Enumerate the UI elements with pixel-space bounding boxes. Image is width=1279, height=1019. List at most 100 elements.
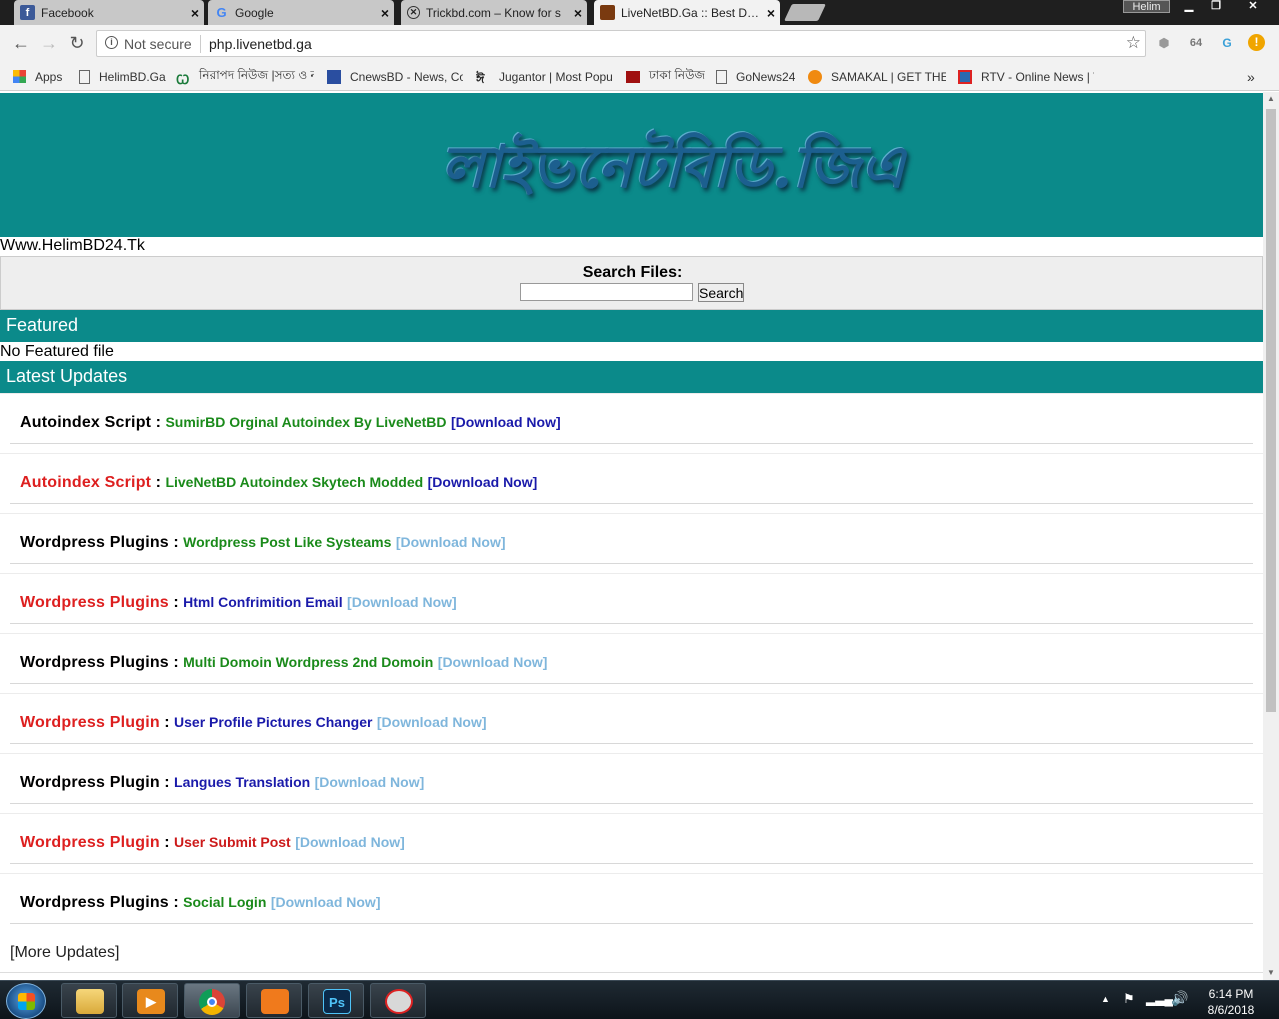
taskbar-photoshop[interactable]: Ps xyxy=(308,983,364,1018)
address-bar[interactable]: i Not secure php.livenetbd.ga ☆ xyxy=(96,30,1146,57)
tray-expand-icon[interactable]: ▲ xyxy=(1101,994,1110,1004)
item-name-link[interactable]: Langues Translation xyxy=(174,774,310,790)
extension-counter-icon[interactable]: 64 xyxy=(1186,33,1206,53)
minimize-icon[interactable]: ▁ xyxy=(1176,0,1202,13)
download-link[interactable]: [Download Now] xyxy=(315,774,425,790)
page-scrollbar[interactable]: ▲ ▼ xyxy=(1263,92,1279,980)
item-name-link[interactable]: SumirBD Orginal Autoindex By LiveNetBD xyxy=(165,414,446,430)
bookmark-niropod-news[interactable]: Ꞷ নিরাপদ নিউজ |সত্য ও ন xyxy=(176,68,314,85)
profile-button[interactable]: Helim xyxy=(1123,0,1170,13)
bookmark-label: ঢাকা নিউজ xyxy=(649,68,706,82)
scroll-down-icon[interactable]: ▼ xyxy=(1263,966,1279,980)
tab-title: Google xyxy=(235,5,274,20)
tab-trickbd[interactable]: ✕ Trickbd.com – Know for s × xyxy=(401,0,587,25)
list-item: Wordpress Plugins : Html Confrimition Em… xyxy=(0,573,1263,633)
url-text[interactable]: php.livenetbd.ga xyxy=(209,36,312,52)
list-item: Wordpress Plugin : Langues Translation [… xyxy=(0,753,1263,813)
more-updates-link[interactable]: [More Updates] xyxy=(10,944,119,962)
item-divider xyxy=(10,863,1253,864)
tab-facebook[interactable]: f Facebook × xyxy=(14,0,204,25)
item-name-link[interactable]: User Submit Post xyxy=(174,834,291,850)
item-line: Wordpress Plugin : Langues Translation [… xyxy=(20,774,424,792)
download-link[interactable]: [Download Now] xyxy=(396,534,506,550)
item-category: Wordpress Plugins xyxy=(20,594,169,611)
close-tab-icon[interactable]: × xyxy=(376,5,394,21)
download-link[interactable]: [Download Now] xyxy=(428,474,538,490)
item-line: Wordpress Plugin : User Submit Post [Dow… xyxy=(20,834,405,852)
system-clock[interactable]: 6:14 PM 8/6/2018 xyxy=(1196,986,1266,1018)
download-link[interactable]: [Download Now] xyxy=(271,894,381,910)
taskbar-file-explorer[interactable] xyxy=(61,983,117,1018)
list-item: Wordpress Plugin : User Profile Pictures… xyxy=(0,693,1263,753)
page-divider xyxy=(0,972,1263,973)
bookmark-cnewsbd[interactable]: CnewsBD - News, Co xyxy=(327,68,463,85)
restore-icon[interactable]: ❐ xyxy=(1203,0,1229,13)
volume-icon[interactable]: 🔊 xyxy=(1171,990,1188,1007)
samakal-icon xyxy=(808,69,822,84)
close-tab-icon[interactable]: × xyxy=(762,5,780,21)
item-separator: : xyxy=(168,894,184,911)
bookmark-gonews24[interactable]: GoNews24 xyxy=(716,68,795,85)
item-name-link[interactable]: Html Confrimition Email xyxy=(183,594,342,610)
list-item: Wordpress Plugins : Wordpress Post Like … xyxy=(0,513,1263,573)
item-divider xyxy=(10,623,1253,624)
close-tab-icon[interactable]: × xyxy=(569,5,587,21)
tab-livenetbd[interactable]: LiveNetBD.Ga :: Best Dow × xyxy=(594,0,780,25)
bookmark-apps[interactable]: Apps xyxy=(13,68,62,85)
item-name-link[interactable]: LiveNetBD Autoindex Skytech Modded xyxy=(165,474,423,490)
network-icon[interactable]: ▂▃▄ xyxy=(1146,992,1173,1006)
bookmark-samakal[interactable]: SAMAKAL | GET THE xyxy=(808,68,946,85)
site-logo[interactable]: লাইভনেটবিডি.জিএ xyxy=(441,123,905,220)
bookmarks-bar: Apps HelimBD.Ga Ꞷ নিরাপদ নিউজ |সত্য ও ন … xyxy=(0,62,1279,91)
taskbar-snipping-tool[interactable] xyxy=(370,983,426,1018)
back-arrow-icon[interactable]: ← xyxy=(10,33,32,55)
bookmark-rtv[interactable]: RTV - Online News | V xyxy=(958,68,1094,85)
bookmark-dhaka-news[interactable]: ঢাকা নিউজ xyxy=(626,68,705,85)
item-line: Autoindex Script : SumirBD Orginal Autoi… xyxy=(20,414,561,432)
item-name-link[interactable]: Wordpress Post Like Systeams xyxy=(183,534,391,550)
jugantor-icon: ঈ xyxy=(476,70,485,86)
start-button[interactable] xyxy=(6,983,46,1019)
new-tab-button[interactable] xyxy=(784,4,826,21)
scrollbar-thumb[interactable] xyxy=(1266,109,1276,712)
featured-header: Featured xyxy=(0,310,1263,342)
forward-arrow-icon[interactable]: → xyxy=(38,33,60,55)
security-status[interactable]: Not secure xyxy=(124,36,192,52)
download-link[interactable]: [Download Now] xyxy=(347,594,457,610)
alert-icon[interactable]: ! xyxy=(1248,34,1265,51)
close-tab-icon[interactable]: × xyxy=(186,5,204,21)
bookmark-jugantor[interactable]: ঈ Jugantor | Most Popu xyxy=(476,68,612,86)
search-input[interactable] xyxy=(520,283,693,301)
bookmark-star-icon[interactable]: ☆ xyxy=(1126,33,1141,53)
download-link[interactable]: [Download Now] xyxy=(295,834,405,850)
reload-icon[interactable]: ↻ xyxy=(66,33,88,55)
item-category: Wordpress Plugins xyxy=(20,654,169,671)
windows-taskbar: ▶ Ps ▲ ⚑ ▂▃▄ 🔊 6:14 PM 8/6/2018 xyxy=(0,980,1279,1019)
latest-updates-header: Latest Updates xyxy=(0,361,1263,393)
item-name-link[interactable]: Social Login xyxy=(183,894,266,910)
tab-google[interactable]: G Google × xyxy=(208,0,394,25)
search-button[interactable]: Search xyxy=(698,283,744,302)
taskbar-media-player[interactable]: ▶ xyxy=(122,983,178,1018)
download-link[interactable]: [Download Now] xyxy=(451,414,561,430)
extension-g-icon[interactable]: G xyxy=(1217,33,1237,53)
clock-time: 6:14 PM xyxy=(1208,987,1254,1001)
download-link[interactable]: [Download Now] xyxy=(377,714,487,730)
item-divider xyxy=(10,443,1253,444)
facebook-icon: f xyxy=(20,5,35,20)
item-name-link[interactable]: User Profile Pictures Changer xyxy=(174,714,372,730)
download-link[interactable]: [Download Now] xyxy=(438,654,548,670)
info-icon[interactable]: i xyxy=(105,36,118,49)
item-category: Wordpress Plugins xyxy=(20,534,169,551)
window-close-icon[interactable]: ✕ xyxy=(1236,0,1270,13)
niropod-icon: Ꞷ xyxy=(176,71,190,86)
extension-shield-icon[interactable]: ⬢ xyxy=(1154,33,1174,53)
bookmarks-overflow-icon[interactable]: » xyxy=(1247,68,1255,85)
item-name-link[interactable]: Multi Domoin Wordpress 2nd Domoin xyxy=(183,654,433,670)
taskbar-chrome[interactable] xyxy=(184,983,240,1018)
scroll-up-icon[interactable]: ▲ xyxy=(1263,92,1279,106)
taskbar-uc-browser[interactable] xyxy=(246,983,302,1018)
bookmark-helimbd[interactable]: HelimBD.Ga xyxy=(79,68,166,85)
action-center-flag-icon[interactable]: ⚑ xyxy=(1123,991,1135,1007)
list-item: Wordpress Plugins : Social Login [Downlo… xyxy=(0,873,1263,933)
